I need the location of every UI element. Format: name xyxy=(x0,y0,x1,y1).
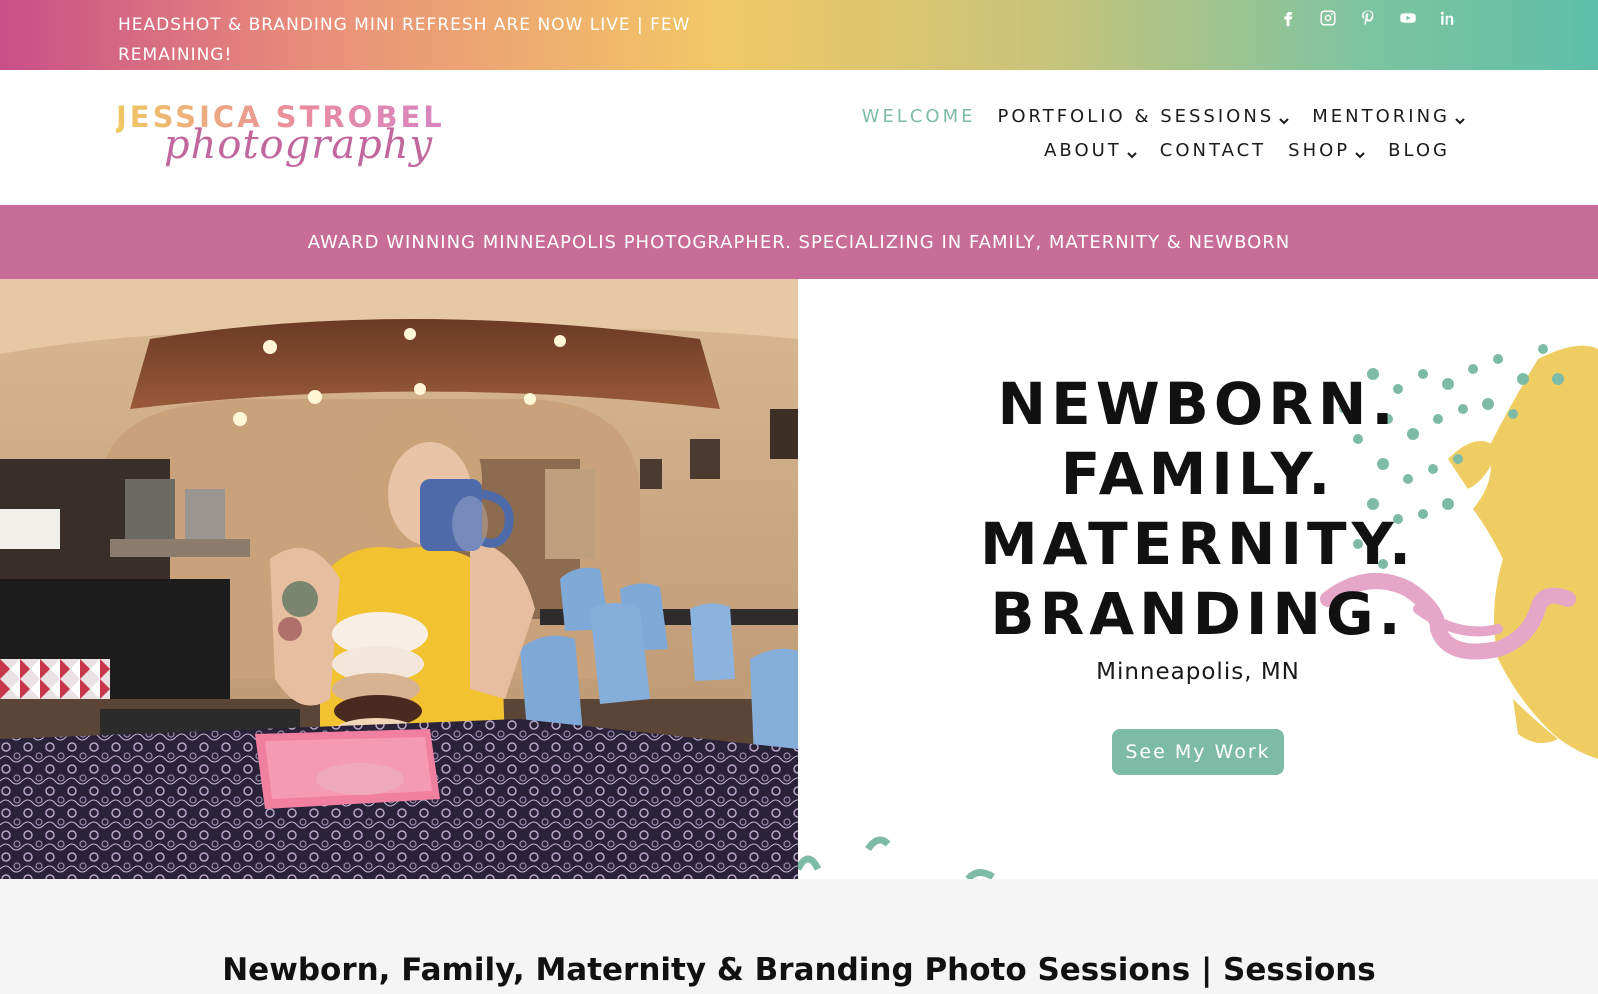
nav-about[interactable]: ABOUT xyxy=(1044,140,1138,161)
tagline-banner: AWARD WINNING MINNEAPOLIS PHOTOGRAPHER. … xyxy=(0,205,1598,279)
social-links xyxy=(1278,6,1458,30)
nav-shop[interactable]: SHOP xyxy=(1288,140,1366,161)
chevron-down-icon xyxy=(1354,145,1366,158)
sessions-title: Newborn, Family, Maternity & Branding Ph… xyxy=(222,952,1376,988)
cafe-photo-illustration xyxy=(0,279,798,879)
nav-portfolio-label: PORTFOLIO & SESSIONS xyxy=(997,106,1275,127)
instagram-icon[interactable] xyxy=(1318,6,1338,30)
chevron-down-icon xyxy=(1454,111,1466,124)
site-logo[interactable]: JESSICA STROBEL photography xyxy=(116,100,446,182)
linkedin-icon[interactable] xyxy=(1438,6,1458,30)
announcement-bar: HEADSHOT & BRANDING MINI REFRESH ARE NOW… xyxy=(0,0,1598,70)
facebook-icon[interactable] xyxy=(1278,6,1298,30)
nav-welcome-label: WELCOME xyxy=(861,106,976,127)
nav-mentoring-label: MENTORING xyxy=(1312,106,1450,127)
nav-contact-label: CONTACT xyxy=(1159,140,1267,161)
tagline-text: AWARD WINNING MINNEAPOLIS PHOTOGRAPHER. … xyxy=(307,231,1291,253)
hero-content: NEWBORN. FAMILY. MATERNITY. BRANDING. Mi… xyxy=(798,279,1598,879)
pinterest-icon[interactable] xyxy=(1358,6,1378,30)
chevron-down-icon xyxy=(1278,111,1290,124)
nav-welcome[interactable]: WELCOME xyxy=(862,106,976,127)
hero-line-newborn: NEWBORN. xyxy=(997,370,1399,438)
hero-line-family: FAMILY. xyxy=(1060,440,1336,508)
hero-photo xyxy=(0,279,798,879)
nav-mentoring[interactable]: MENTORING xyxy=(1312,106,1466,127)
hero-location: Minneapolis, MN xyxy=(1096,659,1300,685)
sessions-section: Newborn, Family, Maternity & Branding Ph… xyxy=(0,879,1598,994)
nav-blog-label: BLOG xyxy=(1388,140,1450,161)
nav-contact[interactable]: CONTACT xyxy=(1160,140,1266,161)
nav-shop-label: SHOP xyxy=(1288,140,1351,161)
site-header: JESSICA STROBEL photography WELCOME PORT… xyxy=(0,70,1598,204)
chevron-down-icon xyxy=(1126,145,1138,158)
logo-tagline: photography xyxy=(164,122,434,168)
main-nav-row-1: WELCOME PORTFOLIO & SESSIONS MENTORING xyxy=(840,106,1466,127)
see-my-work-button[interactable]: See My Work xyxy=(1112,729,1284,775)
nav-about-label: ABOUT xyxy=(1044,140,1122,161)
main-nav-row-2: ABOUT CONTACT SHOP BLOG xyxy=(1022,140,1450,161)
nav-blog[interactable]: BLOG xyxy=(1388,140,1450,161)
announcement-text[interactable]: HEADSHOT & BRANDING MINI REFRESH ARE NOW… xyxy=(118,10,718,70)
hero-line-maternity: MATERNITY. xyxy=(979,510,1417,578)
hero-line-branding: BRANDING. xyxy=(990,580,1406,648)
youtube-icon[interactable] xyxy=(1398,6,1418,30)
nav-portfolio[interactable]: PORTFOLIO & SESSIONS xyxy=(997,106,1290,127)
hero-heading: NEWBORN. FAMILY. MATERNITY. BRANDING. xyxy=(798,369,1598,649)
